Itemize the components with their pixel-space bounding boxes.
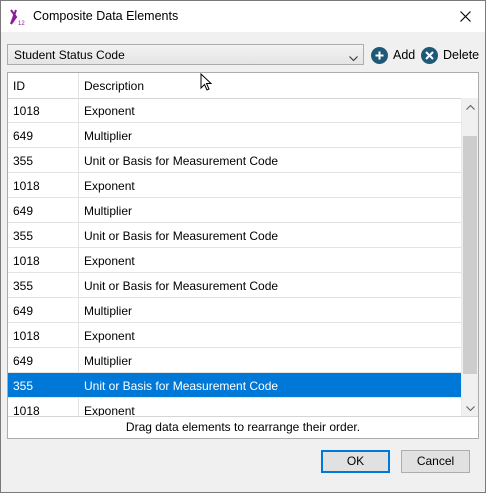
description-cell: Multiplier (84, 354, 133, 368)
description-cell: Unit or Basis for Measurement Code (84, 154, 279, 168)
title-bar[interactable]: 12 Composite Data Elements (1, 1, 485, 32)
description-cell: Exponent (84, 254, 135, 268)
description-cell: Unit or Basis for Measurement Code (84, 379, 279, 393)
add-button[interactable]: Add (371, 45, 415, 65)
table-row[interactable]: 1018 Exponent (8, 173, 463, 198)
table-row[interactable]: 355 Unit or Basis for Measurement Code (8, 223, 463, 248)
chevron-down-icon (349, 51, 358, 65)
scrollbar-thumb[interactable] (463, 136, 477, 374)
grid-header: ID Description (8, 73, 463, 99)
description-cell: Multiplier (84, 204, 133, 218)
column-header-id[interactable]: ID (8, 73, 79, 98)
x12-logo-icon: 12 (9, 8, 27, 27)
column-header-description[interactable]: Description (79, 73, 463, 98)
table-row[interactable]: 1018 Exponent (8, 98, 463, 123)
table-row-selected[interactable]: 355 Unit or Basis for Measurement Code (8, 373, 463, 398)
table-row[interactable]: 355 Unit or Basis for Measurement Code (8, 273, 463, 298)
window-title: Composite Data Elements (33, 9, 179, 23)
add-label: Add (393, 48, 416, 62)
ok-button[interactable]: OK (321, 450, 390, 473)
data-elements-grid: ID Description 1018 Exponent 649 Multipl… (7, 72, 479, 439)
delete-button[interactable]: Delete (421, 45, 479, 65)
id-cell: 1018 (8, 248, 79, 272)
scroll-down-arrow-icon[interactable] (462, 400, 478, 417)
description-cell: Multiplier (84, 129, 133, 143)
drag-hint: Drag data elements to rearrange their or… (8, 416, 478, 438)
table-row[interactable]: 649 Multiplier (8, 123, 463, 148)
table-row[interactable]: 1018 Exponent (8, 323, 463, 348)
id-cell: 1018 (8, 173, 79, 197)
table-row[interactable]: 1018 Exponent (8, 248, 463, 273)
description-cell: Multiplier (84, 304, 133, 318)
plus-circle-icon (371, 46, 388, 64)
element-select-value: Student Status Code (14, 48, 125, 62)
grid-rows: 1018 Exponent 649 Multiplier 355 Unit or… (8, 98, 463, 423)
id-cell: 649 (8, 348, 79, 372)
id-cell: 1018 (8, 98, 79, 122)
id-cell: 355 (8, 223, 79, 247)
element-select[interactable]: Student Status Code (7, 44, 364, 65)
description-cell: Exponent (84, 329, 135, 343)
id-cell: 355 (8, 148, 79, 172)
vertical-scrollbar[interactable] (461, 98, 478, 417)
table-row[interactable]: 649 Multiplier (8, 348, 463, 373)
scroll-up-arrow-icon[interactable] (462, 98, 478, 115)
delete-label: Delete (443, 48, 480, 62)
id-cell: 649 (8, 198, 79, 222)
id-cell: 1018 (8, 323, 79, 347)
id-cell: 355 (8, 373, 79, 397)
description-cell: Exponent (84, 104, 135, 118)
description-cell: Exponent (84, 179, 135, 193)
svg-text:12: 12 (18, 21, 25, 26)
description-cell: Unit or Basis for Measurement Code (84, 279, 279, 293)
cancel-button[interactable]: Cancel (401, 450, 470, 473)
close-icon[interactable] (445, 1, 485, 32)
id-cell: 649 (8, 123, 79, 147)
mouse-cursor-icon (200, 72, 213, 94)
id-cell: 649 (8, 298, 79, 322)
table-row[interactable]: 649 Multiplier (8, 298, 463, 323)
dialog-window: 12 Composite Data Elements Student Statu… (0, 0, 486, 493)
description-cell: Unit or Basis for Measurement Code (84, 229, 279, 243)
id-cell: 355 (8, 273, 79, 297)
x-circle-icon (421, 46, 438, 64)
table-row[interactable]: 649 Multiplier (8, 198, 463, 223)
table-row[interactable]: 355 Unit or Basis for Measurement Code (8, 148, 463, 173)
